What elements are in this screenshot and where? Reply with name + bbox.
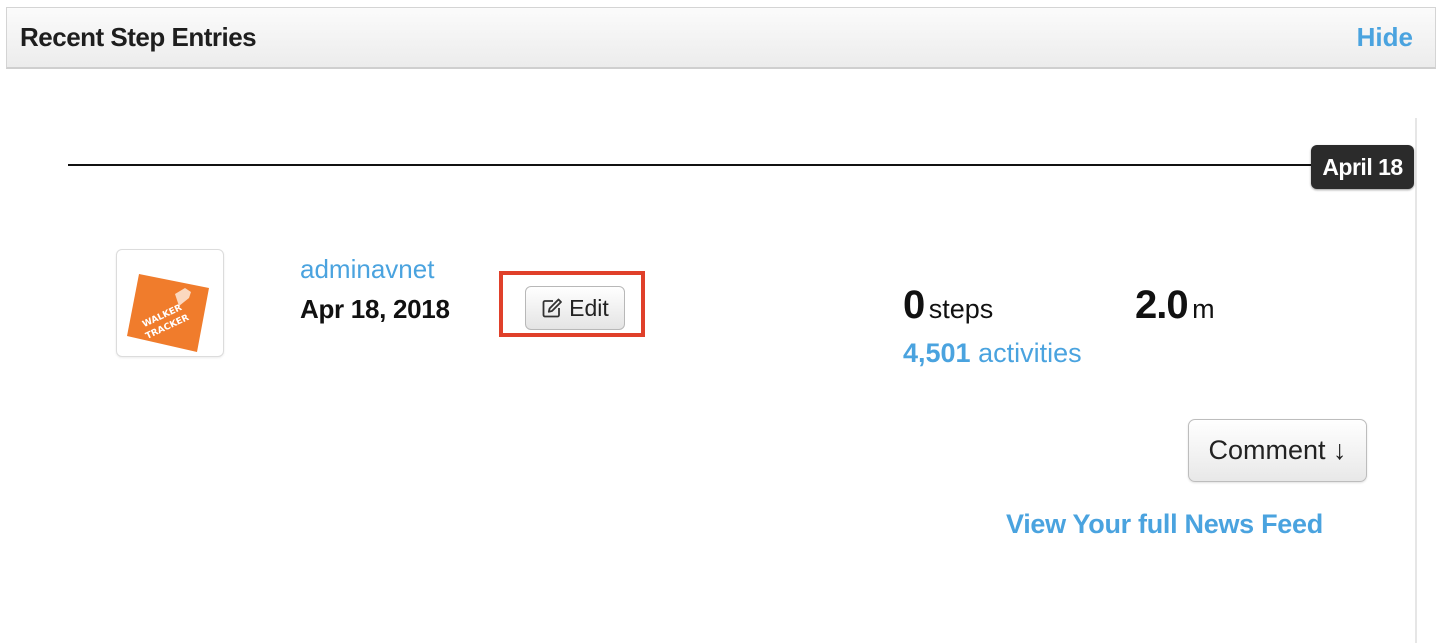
- entry-date: Apr 18, 2018: [300, 294, 450, 324]
- activities-label: activities: [978, 338, 1082, 368]
- panel-title: Recent Step Entries: [20, 22, 257, 52]
- edit-button[interactable]: Edit: [525, 286, 625, 330]
- avatar[interactable]: WALKER TRACKER: [116, 249, 224, 357]
- walker-tracker-logo: WALKER TRACKER: [127, 274, 209, 352]
- pencil-square-icon: [541, 297, 563, 319]
- comment-button[interactable]: Comment ↓: [1188, 419, 1367, 482]
- activities-link[interactable]: 4,501 activities: [903, 338, 1082, 369]
- distance-unit: m: [1192, 294, 1215, 324]
- entry-username-link[interactable]: adminavnet: [300, 254, 434, 285]
- hide-link[interactable]: Hide: [1357, 22, 1413, 53]
- steps-value: 0: [903, 283, 925, 327]
- timeline-divider: [68, 164, 1318, 166]
- edit-button-label: Edit: [569, 294, 609, 321]
- activities-count: 4,501: [903, 338, 971, 368]
- steps-stat: 0 steps: [903, 283, 993, 328]
- steps-unit: steps: [928, 294, 994, 324]
- panel-header: Recent Step Entries Hide: [6, 7, 1436, 69]
- view-news-feed-link[interactable]: View Your full News Feed: [1006, 509, 1323, 540]
- panel-right-border: [1415, 118, 1417, 643]
- timeline-date-tag: April 18: [1311, 145, 1414, 189]
- distance-stat: 2.0 m: [1135, 283, 1215, 328]
- distance-value: 2.0: [1135, 283, 1189, 327]
